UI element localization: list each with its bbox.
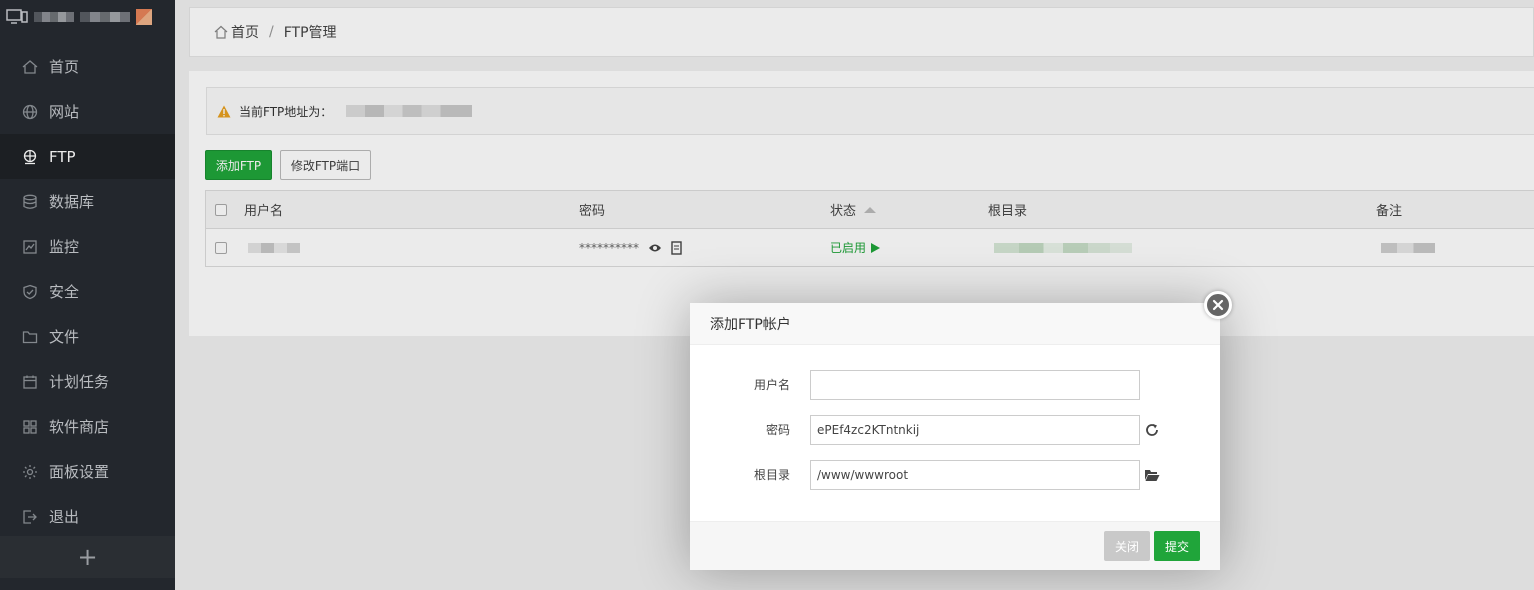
close-icon[interactable] bbox=[1204, 291, 1232, 319]
password-input[interactable] bbox=[810, 415, 1140, 445]
submit-button[interactable]: 提交 bbox=[1154, 531, 1200, 561]
password-label: 密码 bbox=[765, 423, 790, 437]
folder-open-icon[interactable] bbox=[1144, 467, 1160, 483]
root-row: 根目录 bbox=[690, 460, 1220, 490]
root-input[interactable] bbox=[810, 460, 1140, 490]
username-row: 用户名 bbox=[690, 370, 1220, 400]
username-input[interactable] bbox=[810, 370, 1140, 400]
refresh-icon[interactable] bbox=[1144, 422, 1160, 438]
dialog-title: 添加FTP帐户 bbox=[690, 303, 1220, 345]
password-row: 密码 bbox=[690, 415, 1220, 445]
username-label: 用户名 bbox=[753, 378, 790, 392]
root-label: 根目录 bbox=[753, 468, 790, 482]
close-button[interactable]: 关闭 bbox=[1104, 531, 1150, 561]
add-ftp-dialog: 添加FTP帐户 用户名 密码 根目录 关闭 提交 bbox=[690, 291, 1232, 570]
dialog-footer: 关闭 提交 bbox=[690, 521, 1220, 570]
